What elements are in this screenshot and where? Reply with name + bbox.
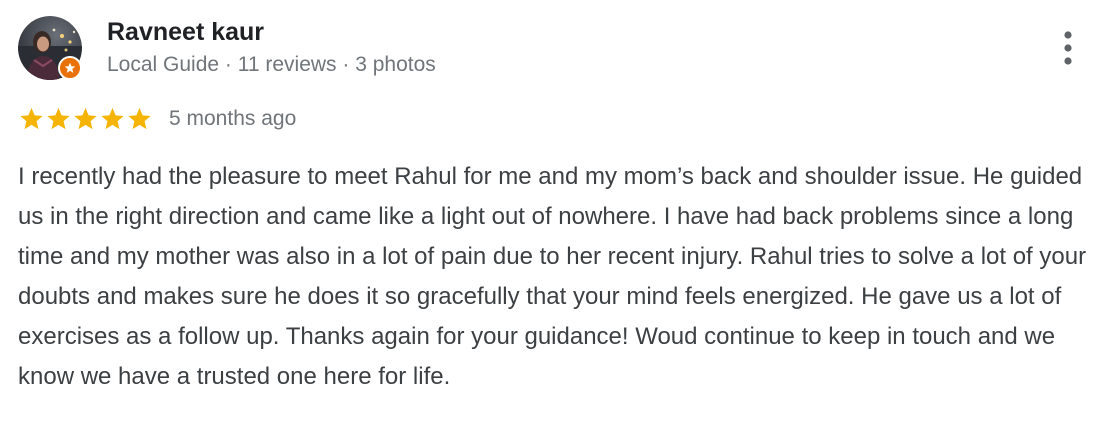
avatar[interactable] xyxy=(18,16,82,80)
star-icon xyxy=(74,107,97,130)
star-icon xyxy=(101,107,124,130)
reviewer-meta[interactable]: Local Guide · 11 reviews · 3 photos xyxy=(107,51,436,79)
local-guide-star-icon xyxy=(64,62,76,73)
star-icon xyxy=(20,107,43,130)
reviewer-name[interactable]: Ravneet kaur xyxy=(107,17,264,47)
star-rating xyxy=(18,106,153,132)
more-vertical-icon xyxy=(1064,31,1072,65)
more-options-button[interactable] xyxy=(1052,28,1084,68)
review-text: I recently had the pleasure to meet Rahu… xyxy=(18,163,1087,390)
local-guide-badge xyxy=(58,56,82,80)
rating-row: 5 months ago xyxy=(18,104,296,134)
star-icon xyxy=(128,107,151,130)
review-date: 5 months ago xyxy=(169,107,297,130)
review-card: Ravneet kaur Local Guide · 11 reviews · … xyxy=(0,0,1108,446)
star-icon xyxy=(47,107,70,130)
